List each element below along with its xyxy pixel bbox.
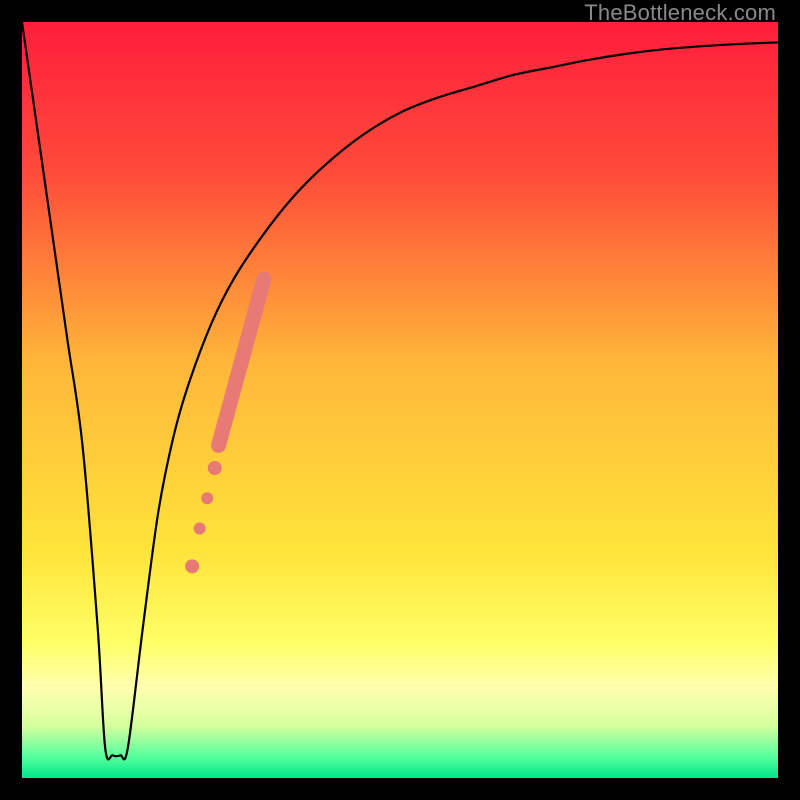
- highlight-dot: [185, 559, 199, 573]
- plot-area: [22, 22, 778, 778]
- highlight-dot: [201, 492, 213, 504]
- gradient-background: [22, 22, 778, 778]
- chart-frame: TheBottleneck.com: [0, 0, 800, 800]
- highlight-dot: [208, 461, 222, 475]
- watermark-text: TheBottleneck.com: [584, 0, 776, 26]
- highlight-dot: [194, 523, 206, 535]
- chart-svg: [22, 22, 778, 778]
